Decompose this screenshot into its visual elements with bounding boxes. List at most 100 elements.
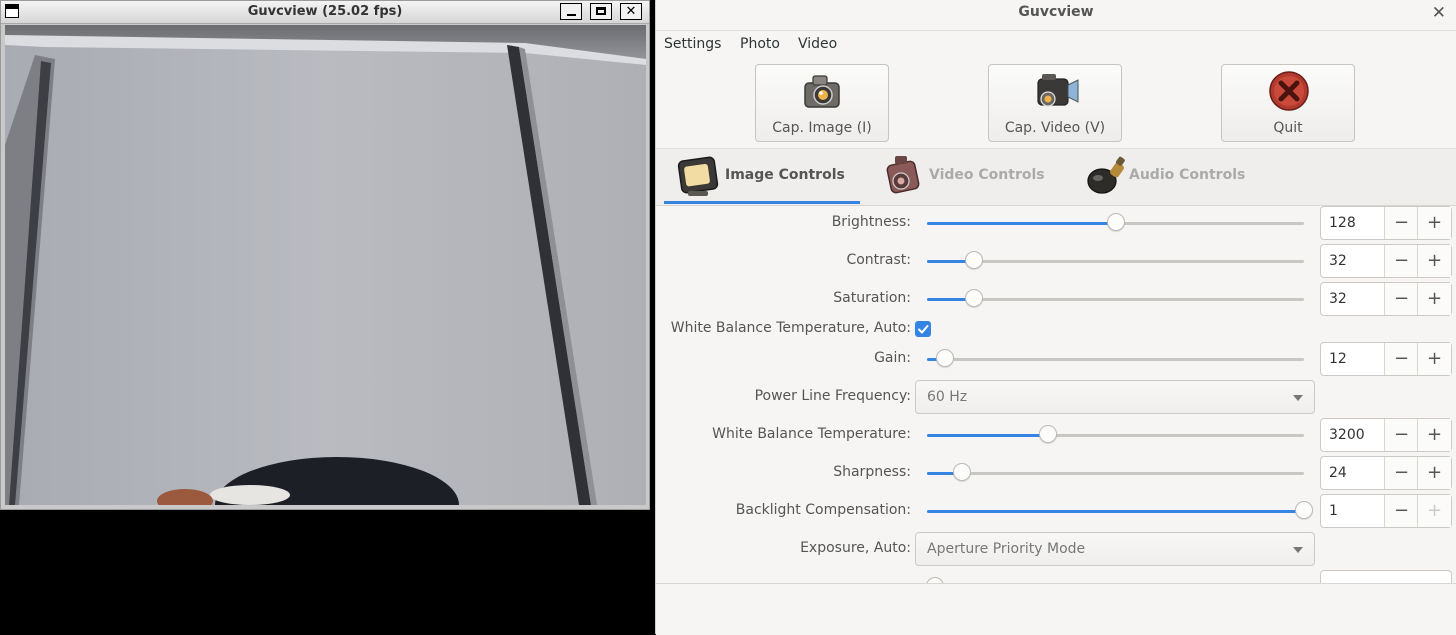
quit-icon bbox=[1269, 71, 1309, 111]
backlight-compensation-increment-button[interactable]: + bbox=[1417, 495, 1451, 527]
brightness-slider-knob[interactable] bbox=[1106, 213, 1125, 231]
gain-decrement-button[interactable]: − bbox=[1384, 343, 1418, 375]
contrast-value[interactable]: 32 bbox=[1329, 253, 1347, 269]
tab-audio-controls-label: Audio Controls bbox=[1129, 167, 1246, 183]
contrast-decrement-button[interactable]: − bbox=[1384, 245, 1418, 277]
brightness-spinbutton[interactable]: 128 − + bbox=[1320, 206, 1452, 240]
capture-video-button[interactable]: Cap. Video (V) bbox=[988, 64, 1122, 142]
contrast-increment-button[interactable]: + bbox=[1417, 245, 1451, 277]
camera-video-feed bbox=[5, 25, 646, 505]
sharpness-label: Sharpness: bbox=[833, 464, 911, 480]
white-balance-auto-checkbox[interactable] bbox=[915, 321, 931, 337]
capture-image-button[interactable]: Cap. Image (I) bbox=[755, 64, 889, 142]
brightness-decrement-button[interactable]: − bbox=[1384, 207, 1418, 239]
close-button[interactable]: ✕ bbox=[620, 3, 642, 20]
contrast-label: Contrast: bbox=[846, 252, 911, 268]
backlight-compensation-decrement-button[interactable]: − bbox=[1384, 495, 1418, 527]
capture-image-label: Cap. Image (I) bbox=[772, 120, 872, 136]
exposure-auto-row: Exposure, Auto: Aperture Priority Mode bbox=[656, 531, 1456, 567]
film-camera-icon bbox=[886, 156, 920, 194]
backlight-compensation-slider-knob[interactable] bbox=[1295, 501, 1313, 519]
power-line-frequency-row: Power Line Frequency: 60 Hz bbox=[656, 379, 1456, 415]
white-balance-temperature-label: White Balance Temperature: bbox=[712, 426, 911, 442]
quit-label: Quit bbox=[1273, 120, 1303, 136]
gain-row: Gain: 12 − + bbox=[656, 341, 1456, 377]
white-balance-temperature-row: White Balance Temperature: 3200 − + bbox=[656, 417, 1456, 453]
saturation-slider-knob[interactable] bbox=[965, 289, 984, 307]
backlight-compensation-label: Backlight Compensation: bbox=[735, 502, 911, 518]
brightness-label: Brightness: bbox=[831, 214, 911, 230]
white-balance-temperature-spinbutton[interactable]: 3200 − + bbox=[1320, 418, 1452, 452]
menu-photo[interactable]: Photo bbox=[740, 36, 780, 52]
tab-image-controls[interactable]: Image Controls bbox=[664, 149, 860, 204]
tv-monitor-icon bbox=[677, 156, 719, 196]
next-control-row-partial bbox=[656, 569, 1456, 583]
gain-value[interactable]: 12 bbox=[1329, 351, 1347, 367]
white-balance-temperature-increment-button[interactable]: + bbox=[1417, 419, 1451, 451]
brightness-slider-fill bbox=[927, 222, 1116, 225]
quit-button[interactable]: Quit bbox=[1221, 64, 1355, 142]
menu-video[interactable]: Video bbox=[798, 36, 837, 52]
sharpness-value[interactable]: 24 bbox=[1329, 465, 1347, 481]
brightness-slider[interactable] bbox=[927, 213, 1304, 231]
saturation-label: Saturation: bbox=[833, 290, 911, 306]
exposure-auto-label: Exposure, Auto: bbox=[800, 540, 911, 556]
gain-spinbutton[interactable]: 12 − + bbox=[1320, 342, 1452, 376]
dropdown-arrow-icon bbox=[1293, 547, 1303, 553]
backlight-compensation-row: Backlight Compensation: 1 − + bbox=[656, 493, 1456, 529]
menu-settings[interactable]: Settings bbox=[664, 36, 721, 52]
white-balance-temperature-slider-fill bbox=[927, 434, 1048, 437]
sharpness-decrement-button[interactable]: − bbox=[1384, 457, 1418, 489]
sharpness-slider-knob[interactable] bbox=[953, 463, 972, 481]
photo-camera-icon bbox=[804, 75, 840, 108]
sharpness-row: Sharpness: 24 − + bbox=[656, 455, 1456, 491]
contrast-slider[interactable] bbox=[927, 251, 1304, 269]
gain-increment-button[interactable]: + bbox=[1417, 343, 1451, 375]
power-line-frequency-label: Power Line Frequency: bbox=[754, 388, 911, 404]
contrast-spinbutton[interactable]: 32 − + bbox=[1320, 244, 1452, 278]
video-preview-window: Guvcview (25.02 fps) ✕ bbox=[0, 0, 650, 510]
microphone-icon bbox=[1087, 156, 1125, 194]
sharpness-spinbutton[interactable]: 24 − + bbox=[1320, 456, 1452, 490]
controls-window-titlebar[interactable]: Guvcview ✕ bbox=[656, 0, 1456, 31]
exposure-auto-dropdown[interactable]: Aperture Priority Mode bbox=[915, 532, 1315, 566]
gain-slider-knob[interactable] bbox=[935, 349, 954, 367]
tab-audio-controls[interactable]: Audio Controls bbox=[1084, 149, 1284, 204]
controls-window-title: Guvcview bbox=[1018, 4, 1094, 20]
contrast-slider-knob[interactable] bbox=[965, 251, 984, 269]
exposure-auto-value: Aperture Priority Mode bbox=[927, 541, 1086, 557]
sharpness-increment-button[interactable]: + bbox=[1417, 457, 1451, 489]
white-balance-temperature-slider-knob[interactable] bbox=[1038, 425, 1057, 443]
saturation-value[interactable]: 32 bbox=[1329, 291, 1347, 307]
image-controls-panel[interactable]: Brightness: 128 − + Contrast: 32 − + Sat… bbox=[656, 205, 1456, 583]
sharpness-slider[interactable] bbox=[927, 463, 1304, 481]
partial-spinbutton[interactable] bbox=[1320, 570, 1452, 583]
tab-video-controls-label: Video Controls bbox=[929, 167, 1045, 183]
menu-bar: Settings Photo Video bbox=[656, 34, 1456, 56]
white-balance-auto-label: White Balance Temperature, Auto: bbox=[670, 320, 911, 336]
brightness-increment-button[interactable]: + bbox=[1417, 207, 1451, 239]
backlight-compensation-slider[interactable] bbox=[927, 501, 1313, 519]
tab-image-controls-label: Image Controls bbox=[725, 167, 845, 183]
gain-slider[interactable] bbox=[927, 349, 1304, 367]
capture-video-label: Cap. Video (V) bbox=[1004, 120, 1106, 136]
white-balance-temperature-decrement-button[interactable]: − bbox=[1384, 419, 1418, 451]
status-area bbox=[656, 583, 1456, 635]
white-balance-temperature-slider[interactable] bbox=[927, 425, 1304, 443]
minimize-button[interactable] bbox=[560, 3, 582, 20]
brightness-row: Brightness: 128 − + bbox=[656, 205, 1456, 241]
backlight-compensation-spinbutton[interactable]: 1 − + bbox=[1320, 494, 1452, 528]
white-balance-temperature-value[interactable]: 3200 bbox=[1329, 427, 1365, 443]
controls-tab-bar: Image Controls Video Controls Audio Cont… bbox=[656, 148, 1456, 206]
close-icon[interactable]: ✕ bbox=[1432, 3, 1446, 23]
saturation-slider[interactable] bbox=[927, 289, 1304, 307]
contrast-row: Contrast: 32 − + bbox=[656, 243, 1456, 279]
backlight-compensation-value[interactable]: 1 bbox=[1329, 503, 1338, 519]
tab-video-controls[interactable]: Video Controls bbox=[881, 149, 1071, 204]
camera-frame-image bbox=[5, 25, 646, 505]
maximize-button[interactable] bbox=[590, 3, 612, 20]
video-window-titlebar[interactable]: Guvcview (25.02 fps) ✕ bbox=[1, 1, 649, 24]
power-line-frequency-dropdown[interactable]: 60 Hz bbox=[915, 380, 1315, 414]
brightness-value[interactable]: 128 bbox=[1329, 215, 1356, 231]
video-camera-icon bbox=[1037, 74, 1079, 107]
